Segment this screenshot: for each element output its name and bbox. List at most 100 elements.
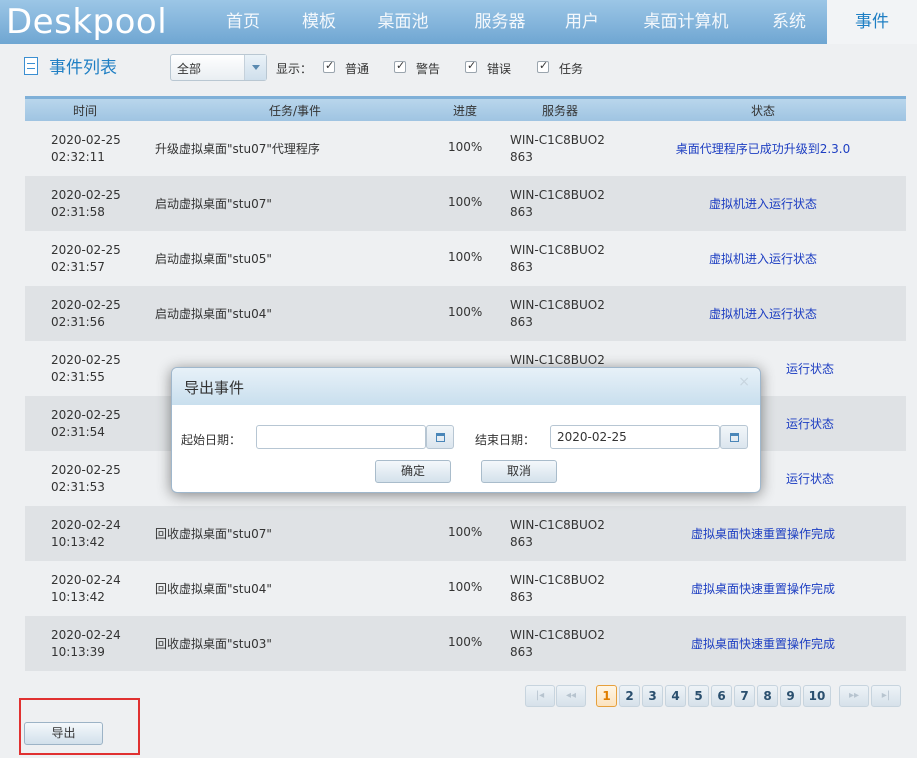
row-status-link[interactable]: 虚拟机进入运行状态 bbox=[625, 305, 901, 322]
table-header: 时间 任务/事件 进度 服务器 状态 bbox=[25, 96, 906, 121]
table-row[interactable]: 2020-02-24 10:13:42 回收虚拟桌面"stu07" 100% WI… bbox=[25, 506, 906, 561]
row-time: 2020-02-25 02:31:57 bbox=[51, 243, 121, 274]
checkbox-task-label: 任务 bbox=[559, 62, 584, 76]
start-date-calendar-button[interactable] bbox=[426, 425, 454, 449]
row-progress: 100% bbox=[448, 305, 483, 319]
table-row[interactable]: 2020-02-25 02:32:11 升级虚拟桌面"stu07"代理程序 100… bbox=[25, 121, 906, 176]
row-server: WIN-C1C8BUO2 863 bbox=[510, 133, 605, 164]
checkbox-error[interactable] bbox=[465, 59, 477, 73]
row-server: WIN-C1C8BUO2 863 bbox=[510, 243, 605, 274]
row-task: 启动虚拟桌面"stu05" bbox=[155, 252, 272, 266]
row-progress: 100% bbox=[448, 250, 483, 264]
row-task: 回收虚拟桌面"stu07" bbox=[155, 527, 272, 541]
end-date-input[interactable] bbox=[550, 425, 720, 449]
table-row[interactable]: 2020-02-24 10:13:42 回收虚拟桌面"stu04" 100% WI… bbox=[25, 561, 906, 616]
checkbox-warning[interactable] bbox=[394, 59, 406, 73]
page-button-4[interactable]: 4 bbox=[665, 685, 686, 707]
row-time: 2020-02-25 02:31:55 bbox=[51, 353, 121, 384]
close-icon[interactable]: × bbox=[738, 374, 750, 390]
row-time: 2020-02-25 02:31:54 bbox=[51, 408, 121, 439]
page-button-7[interactable]: 7 bbox=[734, 685, 755, 707]
nav-templates[interactable]: 模板 bbox=[286, 0, 352, 44]
nav-servers[interactable]: 服务器 bbox=[460, 0, 540, 44]
row-status-link[interactable]: 虚拟机进入运行状态 bbox=[625, 195, 901, 212]
page-last-button[interactable]: ▸| bbox=[871, 685, 901, 707]
checkbox-warning-label: 警告 bbox=[416, 62, 441, 76]
checkbox-normal-label: 普通 bbox=[345, 62, 370, 76]
page-button-5[interactable]: 5 bbox=[688, 685, 709, 707]
column-time[interactable]: 时间 bbox=[65, 102, 105, 119]
cancel-button[interactable]: 取消 bbox=[481, 460, 557, 483]
row-progress: 100% bbox=[448, 140, 483, 154]
dialog-header: 导出事件 × bbox=[172, 368, 760, 405]
export-events-dialog: 导出事件 × 起始日期： 结束日期： 确定 取消 bbox=[171, 367, 761, 493]
chevron-down-icon bbox=[252, 65, 260, 70]
row-progress: 100% bbox=[448, 525, 483, 539]
row-time: 2020-02-25 02:31:56 bbox=[51, 298, 121, 329]
nav-home[interactable]: 首页 bbox=[210, 0, 276, 44]
checkbox-error-label: 错误 bbox=[487, 62, 512, 76]
page-button-1[interactable]: 1 bbox=[596, 685, 617, 707]
confirm-button[interactable]: 确定 bbox=[375, 460, 451, 483]
row-status-link[interactable]: 虚拟桌面快速重置操作完成 bbox=[625, 580, 901, 597]
checkbox-normal[interactable] bbox=[323, 59, 335, 73]
select-arrow-button[interactable] bbox=[244, 55, 266, 80]
event-type-select[interactable]: 全部 bbox=[170, 54, 267, 81]
row-task: 启动虚拟桌面"stu04" bbox=[155, 307, 272, 321]
column-status[interactable]: 状态 bbox=[735, 102, 791, 119]
row-server: WIN-C1C8BUO2 863 bbox=[510, 298, 605, 329]
nav-system[interactable]: 系统 bbox=[757, 0, 821, 44]
page-button-2[interactable]: 2 bbox=[619, 685, 640, 707]
dialog-title: 导出事件 bbox=[184, 379, 245, 397]
row-task: 回收虚拟桌面"stu03" bbox=[155, 637, 272, 651]
row-server: WIN-C1C8BUO2 863 bbox=[510, 573, 605, 604]
calendar-icon bbox=[730, 433, 739, 442]
row-server: WIN-C1C8BUO2 863 bbox=[510, 628, 605, 659]
column-task[interactable]: 任务/事件 bbox=[245, 102, 345, 119]
row-time: 2020-02-24 10:13:42 bbox=[51, 518, 121, 549]
table-row[interactable]: 2020-02-25 02:31:57 启动虚拟桌面"stu05" 100% WI… bbox=[25, 231, 906, 286]
page-button-3[interactable]: 3 bbox=[642, 685, 663, 707]
row-server: WIN-C1C8BUO2 863 bbox=[510, 518, 605, 549]
row-status-link[interactable]: 桌面代理程序已成功升级到2.3.0 bbox=[625, 140, 901, 157]
table-row[interactable]: 2020-02-24 10:13:39 回收虚拟桌面"stu03" 100% WI… bbox=[25, 616, 906, 671]
row-task: 启动虚拟桌面"stu07" bbox=[155, 197, 272, 211]
page-title: 事件列表 bbox=[49, 58, 117, 78]
checkbox-task[interactable] bbox=[537, 59, 549, 73]
start-date-input[interactable] bbox=[256, 425, 426, 449]
page-button-10[interactable]: 10 bbox=[803, 685, 831, 707]
nav-desktop-pools[interactable]: 桌面池 bbox=[363, 0, 443, 44]
row-task: 升级虚拟桌面"stu07"代理程序 bbox=[155, 142, 320, 156]
page-button-6[interactable]: 6 bbox=[711, 685, 732, 707]
table-row[interactable]: 2020-02-25 02:31:58 启动虚拟桌面"stu07" 100% WI… bbox=[25, 176, 906, 231]
row-progress: 100% bbox=[448, 195, 483, 209]
export-button[interactable]: 导出 bbox=[24, 722, 103, 745]
column-progress[interactable]: 进度 bbox=[443, 102, 487, 119]
top-nav-bar: Deskpool 首页 模板 桌面池 服务器 用户 桌面计算机 系统 事件 bbox=[0, 0, 917, 44]
row-time: 2020-02-25 02:32:11 bbox=[51, 133, 121, 164]
row-status-link[interactable]: 虚拟桌面快速重置操作完成 bbox=[625, 525, 901, 542]
event-type-select-value: 全部 bbox=[177, 62, 202, 76]
table-row[interactable]: 2020-02-25 02:31:56 启动虚拟桌面"stu04" 100% WI… bbox=[25, 286, 906, 341]
show-label: 显示： bbox=[276, 62, 313, 76]
nav-desktop-computers[interactable]: 桌面计算机 bbox=[630, 0, 742, 44]
page-next-button[interactable]: ▸▸ bbox=[839, 685, 869, 707]
row-time: 2020-02-24 10:13:42 bbox=[51, 573, 121, 604]
page-first-button[interactable]: |◂ bbox=[525, 685, 555, 707]
row-time: 2020-02-24 10:13:39 bbox=[51, 628, 121, 659]
row-status-link[interactable]: 虚拟机进入运行状态 bbox=[625, 250, 901, 267]
page-button-8[interactable]: 8 bbox=[757, 685, 778, 707]
row-task: 回收虚拟桌面"stu04" bbox=[155, 582, 272, 596]
page-prev-button[interactable]: ◂◂ bbox=[556, 685, 586, 707]
row-status-link[interactable]: 虚拟桌面快速重置操作完成 bbox=[625, 635, 901, 652]
page-button-9[interactable]: 9 bbox=[780, 685, 801, 707]
row-progress: 100% bbox=[448, 635, 483, 649]
nav-events[interactable]: 事件 bbox=[827, 0, 917, 44]
column-server[interactable]: 服务器 bbox=[525, 102, 595, 119]
app-logo[interactable]: Deskpool bbox=[6, 2, 167, 42]
row-time: 2020-02-25 02:31:53 bbox=[51, 463, 121, 494]
nav-users[interactable]: 用户 bbox=[554, 0, 610, 44]
document-list-icon bbox=[24, 57, 38, 75]
end-date-calendar-button[interactable] bbox=[720, 425, 748, 449]
start-date-label: 起始日期： bbox=[181, 433, 242, 447]
